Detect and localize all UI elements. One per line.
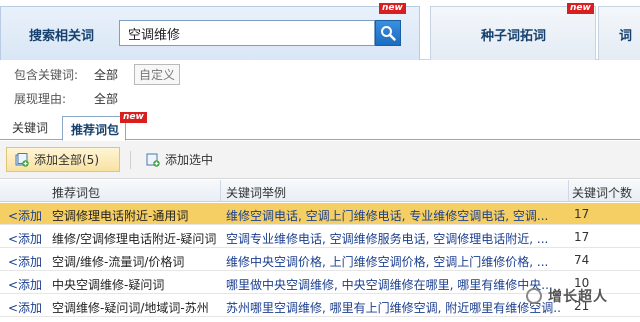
row-count: 17 — [574, 230, 590, 244]
new-badge: new — [120, 112, 147, 123]
add-selected-label: 添加选中 — [165, 153, 214, 167]
tab-recommended-packages[interactable]: 推荐词包 — [62, 116, 126, 141]
tab-seed-expand[interactable]: 种子词拓词 new — [430, 3, 596, 60]
add-selected-icon — [146, 153, 160, 167]
row-package: 中央空调维修-疑问词 — [52, 278, 165, 292]
search-icon — [381, 26, 396, 41]
header-count[interactable]: 关键词个数 — [572, 184, 632, 201]
watermark-logo-icon — [526, 288, 542, 304]
row-package: 空调/维修-流量词/价格词 — [52, 255, 185, 269]
reason-label: 展现理由: — [14, 92, 67, 106]
watermark-text: 增长超人 — [548, 289, 608, 305]
top-tab-bar: 搜索相关词 new 种子词拓词 new 词 — [0, 0, 640, 60]
row-package: 空调维修-疑问词/地域词-苏州 — [52, 301, 209, 315]
row-examples: 维修中央空调价格, 上门维修空调价格, 空调上门维修价格, ... — [226, 255, 549, 269]
add-selected-button[interactable]: 添加选中 — [142, 147, 228, 172]
seed-tab-label: 种子词拓词 — [481, 29, 547, 44]
tab-extra[interactable]: 词 — [598, 6, 640, 60]
row-add-link[interactable]: <添加 — [8, 207, 48, 224]
row-examples: 苏州哪里空调维修, 哪里有上门维修空调, 附近哪里有维修空调... — [226, 301, 562, 315]
row-add-link[interactable]: <添加 — [8, 276, 48, 293]
table-row[interactable]: <添加 空调/维修-流量词/价格词 维修中央空调价格, 上门维修空调价格, 空调… — [0, 249, 640, 271]
toolbar: 添加全部(5) 添加选中 — [0, 141, 640, 179]
row-examples: 哪里做中央空调维修, 中央空调维修在哪里, 哪里有维修中央... — [226, 278, 553, 292]
tab-search-related[interactable]: 搜索相关词 new — [0, 3, 420, 60]
reason-value[interactable]: 全部 — [94, 90, 118, 107]
row-package: 维修/空调修理电话附近-疑问词 — [52, 232, 217, 246]
filter-reason-row: 展现理由: 全部 — [14, 90, 118, 107]
toolbar-divider — [130, 151, 131, 169]
add-all-icon — [15, 152, 29, 167]
search-button[interactable] — [375, 20, 401, 46]
watermark: 增长超人 — [526, 286, 608, 306]
column-divider — [220, 180, 221, 202]
new-badge: new — [567, 3, 594, 14]
row-examples: 维修空调电话, 空调上门维修电话, 专业维修空调电话, 空调... — [226, 209, 549, 223]
search-input[interactable] — [120, 21, 374, 45]
search-tab-label: 搜索相关词 — [29, 29, 95, 44]
column-divider — [568, 180, 569, 202]
row-add-link[interactable]: <添加 — [8, 299, 48, 316]
include-label: 包含关键词: — [14, 68, 79, 82]
row-add-link[interactable]: <添加 — [8, 253, 48, 270]
sub-tabs: 关键词 推荐词包 new — [0, 112, 640, 141]
custom-button[interactable]: 自定义 — [134, 64, 181, 85]
filter-include-row: 包含关键词: 全部 自定义 — [14, 64, 181, 85]
row-add-link[interactable]: <添加 — [8, 230, 48, 247]
table-row[interactable]: <添加 维修/空调修理电话附近-疑问词 空调专业维修电话, 空调维修服务电话, … — [0, 226, 640, 248]
header-examples[interactable]: 关键词举例 — [226, 184, 286, 201]
new-badge: new — [379, 3, 406, 14]
row-count: 17 — [574, 207, 590, 221]
tab-recommended-label: 推荐词包 — [71, 123, 120, 137]
table-header: 推荐词包 关键词举例 关键词个数 — [0, 180, 640, 202]
table-row[interactable]: <添加 空调修理电话附近-通用词 维修空调电话, 空调上门维修电话, 专业维修空… — [0, 203, 640, 225]
header-package[interactable]: 推荐词包 — [52, 184, 100, 201]
row-count: 74 — [574, 253, 590, 267]
row-package: 空调修理电话附近-通用词 — [52, 209, 189, 223]
search-input-box[interactable] — [119, 20, 375, 46]
extra-tab-label: 词 — [619, 29, 633, 44]
include-value[interactable]: 全部 — [94, 66, 118, 83]
add-all-button[interactable]: 添加全部(5) — [6, 147, 120, 172]
add-all-label: 添加全部(5) — [34, 153, 99, 167]
row-examples: 空调专业维修电话, 空调维修服务电话, 空调修理电话附近, ... — [226, 232, 549, 246]
tab-keywords[interactable]: 关键词 — [12, 119, 48, 136]
